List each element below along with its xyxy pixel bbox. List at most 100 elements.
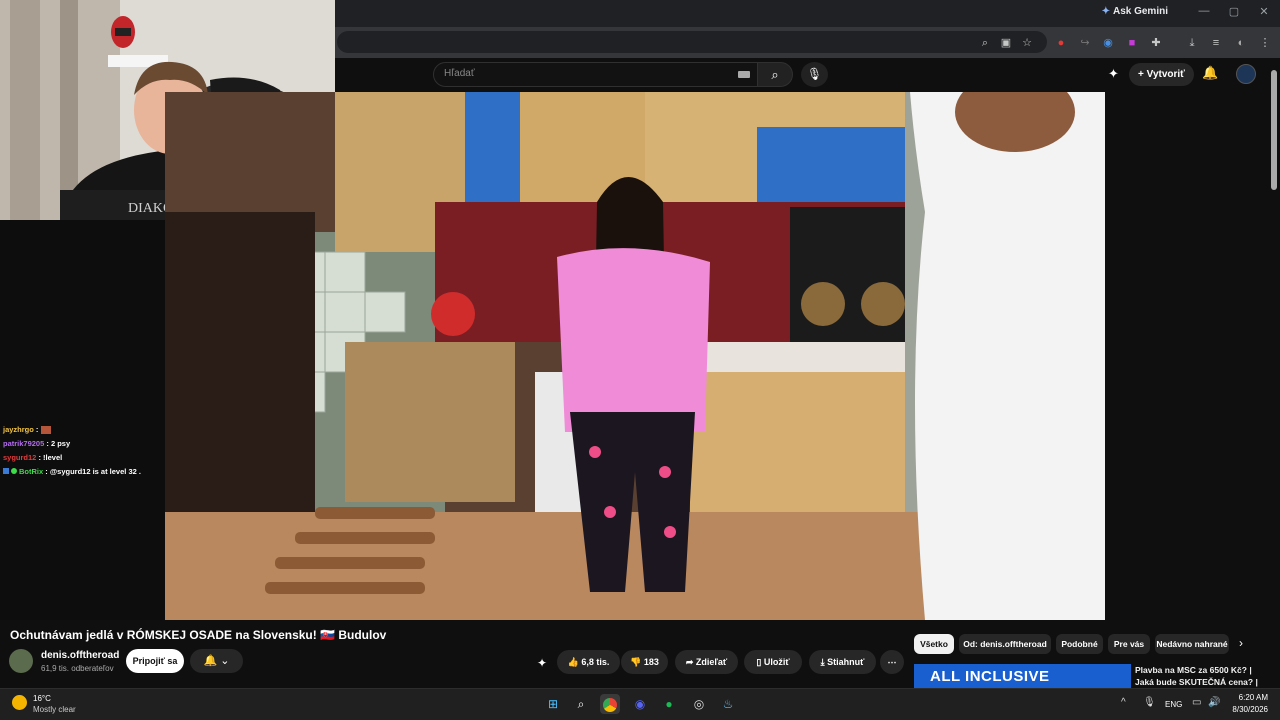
chat-username: patrik79205 <box>3 439 45 448</box>
gemini-spark-icon: ✦ <box>1101 6 1110 17</box>
close-window-button[interactable]: ✕ <box>1256 5 1272 18</box>
chat-message: jayzhrgo : <box>3 425 51 435</box>
clock-time[interactable]: 6:20 AM <box>1232 693 1268 702</box>
microphone-icon: 🎙 <box>806 67 823 81</box>
search-input[interactable] <box>433 62 759 87</box>
save-button[interactable]: ▯ Uložiť <box>744 650 802 674</box>
ask-gemini-label: Ask Gemini <box>1112 6 1168 17</box>
maximize-button[interactable]: ▢ <box>1226 5 1242 18</box>
profile-avatar-icon[interactable]: ◐ <box>1233 35 1249 51</box>
more-actions-button[interactable]: ⋯ <box>880 650 904 674</box>
extensions-puzzle-icon[interactable]: ✚ <box>1148 35 1164 51</box>
volume-icon[interactable]: 🔊 <box>1208 697 1220 708</box>
search-icon: ⌕ <box>771 67 779 82</box>
recommended-title-line[interactable]: Jaká bude SKUTEČNÁ cena? | <box>1135 677 1258 687</box>
network-icon[interactable]: ▭ <box>1192 697 1201 708</box>
address-bar[interactable] <box>337 31 1047 53</box>
thumbs-up-icon: 👍 <box>567 657 579 667</box>
search-button[interactable]: ⌕ <box>757 62 793 87</box>
page-scrollbar[interactable] <box>1271 70 1277 190</box>
weather-temperature[interactable]: 16°C <box>33 694 51 703</box>
save-label: Uložiť <box>763 657 790 667</box>
extension-purple-icon[interactable]: ■ <box>1124 35 1140 51</box>
chip-for-you[interactable]: Pre vás <box>1108 634 1150 654</box>
bot-badge-icon <box>3 468 9 474</box>
downloads-icon[interactable]: ⤓ <box>1184 35 1200 51</box>
clock-date[interactable]: 8/30/2026 <box>1222 705 1268 714</box>
chip-related[interactable]: Podobné <box>1056 634 1103 654</box>
account-avatar[interactable] <box>1236 64 1256 84</box>
chat-text: @sygurd12 is at level 32 . <box>49 467 141 476</box>
create-label: Vytvoriť <box>1146 69 1185 80</box>
chat-username: sygurd12 <box>3 453 37 462</box>
chat-message: sygurd12 : !level <box>3 453 63 462</box>
input-language[interactable]: ENG <box>1165 700 1182 709</box>
chat-message: BotRix : @sygurd12 is at level 32 . <box>3 467 141 476</box>
mod-badge-icon <box>11 468 17 474</box>
channel-name[interactable]: denis.offtheroad <box>41 650 119 661</box>
download-icon: ⤓ <box>820 657 825 667</box>
cast-icon[interactable]: ▣ <box>998 35 1014 51</box>
keyboard-icon[interactable] <box>738 71 750 78</box>
zoom-icon[interactable]: ⌕ <box>977 35 993 51</box>
search-placeholder: Hľadať <box>444 68 475 79</box>
bookmark-icon: ▯ <box>756 657 762 667</box>
chat-username: BotRix <box>19 467 44 476</box>
chevron-right-icon[interactable]: › <box>1239 636 1243 650</box>
dislike-count: 183 <box>643 657 659 667</box>
media-controls-icon[interactable]: ≡ <box>1208 35 1224 51</box>
tray-chevron-up-icon[interactable]: ^ <box>1121 697 1126 708</box>
chat-message: patrik79205 : 2 psy <box>3 439 71 448</box>
bookmark-star-icon[interactable]: ☆ <box>1019 35 1035 51</box>
subscriber-count: 61,9 tis. odberateľov <box>41 664 114 673</box>
chat-overlay-background <box>0 220 165 620</box>
share-icon: ➦ <box>685 657 694 667</box>
video-title: Ochutnávam jedlá v RÓMSKEJ OSADE na Slov… <box>10 628 387 642</box>
recommended-title-line[interactable]: Plavba na MSC za 6500 Kč? | <box>1135 665 1252 675</box>
right-side-pane <box>1105 92 1280 620</box>
thumbs-down-icon: 👎 <box>630 657 642 667</box>
like-count: 6,8 tis. <box>581 657 610 667</box>
chip-all[interactable]: Všetko <box>914 634 954 654</box>
chat-text: 2 psy <box>50 439 71 448</box>
chevron-down-icon: ⌄ <box>220 655 230 667</box>
channel-avatar[interactable] <box>9 649 33 673</box>
chat-text: !level <box>43 453 63 462</box>
join-button[interactable]: Pripojiť sa <box>126 649 184 673</box>
spotify-taskbar-icon[interactable]: ● <box>659 694 679 714</box>
microphone-tray-icon[interactable]: 🎙 <box>1143 697 1156 708</box>
chrome-taskbar-icon[interactable] <box>600 694 620 714</box>
sparkle-icon[interactable]: ✦ <box>1108 66 1119 82</box>
chat-username: jayzhrgo <box>3 425 34 434</box>
notification-bell-button[interactable]: 🔔 ⌄ <box>190 649 243 673</box>
steam-taskbar-icon[interactable]: ♨ <box>718 694 738 714</box>
extension-blue-icon[interactable]: ◉ <box>1100 35 1116 51</box>
share-button[interactable]: ➦ Zdieľať <box>675 650 738 674</box>
notifications-bell-icon[interactable]: 🔔 <box>1202 65 1218 81</box>
extension-red-icon[interactable]: ● <box>1053 35 1069 51</box>
ask-ai-icon[interactable]: ✦ <box>537 656 547 670</box>
weather-moon-icon[interactable] <box>12 695 27 710</box>
voice-search-button[interactable]: 🎙 <box>801 62 828 87</box>
chat-emote-icon <box>40 426 51 435</box>
obs-taskbar-icon[interactable]: ◎ <box>689 694 709 714</box>
weather-condition[interactable]: Mostly clear <box>33 705 76 714</box>
ask-gemini-button[interactable]: ✦ Ask Gemini <box>1102 6 1168 17</box>
browser-menu-icon[interactable]: ⋮ <box>1257 35 1273 51</box>
create-button[interactable]: + Vytvoriť <box>1129 63 1194 86</box>
windows-start-icon[interactable]: ⊞ <box>543 694 563 714</box>
video-player[interactable] <box>165 92 1105 620</box>
taskbar-search-icon[interactable]: ⌕ <box>571 694 591 714</box>
thumbnail-text: ALL INCLUSIVE <box>930 668 1050 685</box>
discord-taskbar-icon[interactable]: ◉ <box>630 694 650 714</box>
chip-from-channel[interactable]: Od: denis.offtheroad <box>959 634 1051 654</box>
more-horizontal-icon: ⋯ <box>887 657 897 667</box>
like-button[interactable]: 👍 6,8 tis. <box>557 650 620 674</box>
download-label: Stiahnuť <box>827 657 865 667</box>
minimize-button[interactable]: — <box>1196 5 1212 17</box>
download-button[interactable]: ⤓ Stiahnuť <box>809 650 876 674</box>
dislike-button[interactable]: 👎 183 <box>621 650 668 674</box>
chip-recently-uploaded[interactable]: Nedávno nahrané <box>1155 634 1229 654</box>
extension-gray-icon[interactable]: ↪ <box>1077 35 1093 51</box>
video-frame <box>165 92 1105 620</box>
